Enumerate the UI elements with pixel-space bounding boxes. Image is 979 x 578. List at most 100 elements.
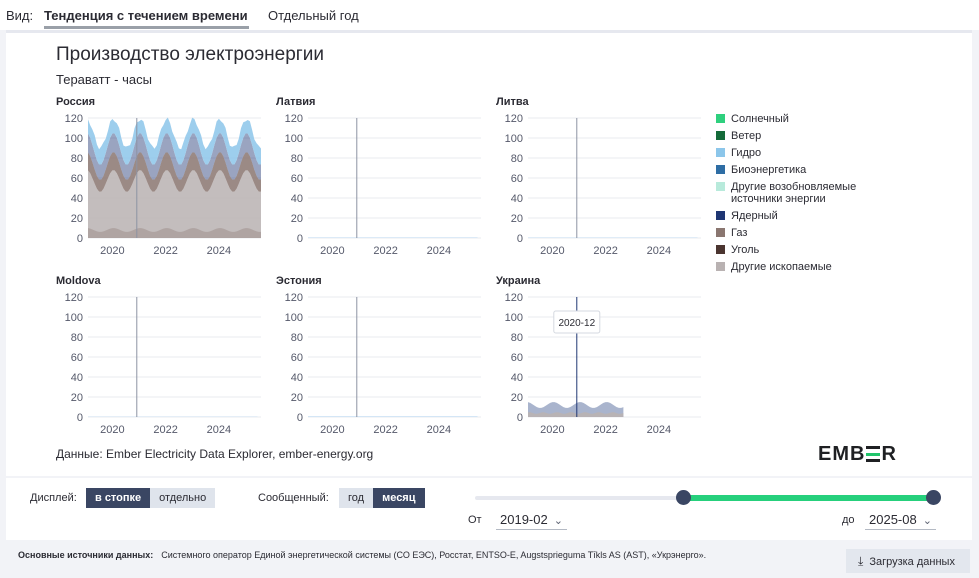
- y-tick-label: 100: [505, 133, 523, 145]
- legend-item[interactable]: Газ: [716, 227, 866, 239]
- range-start-handle[interactable]: [676, 490, 691, 505]
- y-tick-label: 40: [291, 193, 303, 205]
- y-tick-label: 60: [71, 173, 83, 185]
- legend-item[interactable]: Солнечный: [716, 113, 866, 125]
- legend: Солнечный Ветер Гидро Биоэнергетика Другие в…: [716, 113, 866, 278]
- x-tick-label: 2020: [540, 245, 564, 257]
- x-tick-label: 2024: [427, 424, 451, 436]
- download-data-button[interactable]: ⤓ Загрузка данных: [846, 549, 970, 573]
- legend-item[interactable]: Гидро: [716, 147, 866, 159]
- x-tick-label: 2022: [153, 245, 177, 257]
- x-tick-label: 2024: [647, 245, 671, 257]
- from-label: От: [468, 514, 482, 526]
- display-separate-button[interactable]: отдельно: [150, 488, 216, 508]
- y-tick-label: 40: [511, 372, 523, 384]
- ember-logo: EMB R: [818, 443, 897, 466]
- date-range-selected: [683, 495, 933, 501]
- x-tick-label: 2022: [373, 245, 397, 257]
- legend-label: Газ: [731, 227, 748, 239]
- legend-item[interactable]: Ядерный: [716, 210, 866, 222]
- y-tick-label: 80: [511, 332, 523, 344]
- legend-swatch: [716, 228, 725, 237]
- period-year-button[interactable]: год: [339, 488, 374, 508]
- period-month-button[interactable]: месяц: [373, 488, 425, 508]
- legend-swatch: [716, 114, 725, 123]
- legend-item[interactable]: Биоэнергетика: [716, 164, 866, 176]
- y-tick-label: 0: [297, 233, 303, 245]
- legend-swatch: [716, 131, 725, 140]
- x-tick-label: 2022: [153, 424, 177, 436]
- legend-item[interactable]: Уголь: [716, 244, 866, 256]
- data-sources-footer: Основные источники данных: Системного опе…: [18, 550, 706, 560]
- display-toggle: в стопке отдельно: [86, 488, 216, 508]
- y-tick-label: 100: [505, 312, 523, 324]
- y-tick-label: 0: [77, 233, 83, 245]
- y-tick-label: 80: [291, 332, 303, 344]
- y-tick-label: 40: [71, 372, 83, 384]
- data-source-note: Данные: Ember Electricity Data Explorer,…: [56, 447, 374, 461]
- y-tick-label: 80: [71, 332, 83, 344]
- chevron-down-icon: ⌄: [553, 515, 563, 527]
- y-tick-label: 0: [297, 412, 303, 424]
- chart-panel: Эстония 0 20 40 60 80 100 120 2020 2022 2024: [276, 275, 481, 436]
- sources-label: Основные источники данных:: [18, 550, 154, 560]
- legend-label: Ветер: [731, 130, 762, 142]
- to-date-select[interactable]: 2025-08 ⌄: [865, 511, 936, 530]
- display-label: Дисплей:: [30, 492, 77, 504]
- from-date-select[interactable]: 2019-02 ⌄: [496, 511, 567, 530]
- y-tick-label: 20: [291, 392, 303, 404]
- legend-label: Ядерный: [731, 210, 778, 222]
- x-tick-label: 2020: [100, 245, 124, 257]
- x-tick-label: 2020: [320, 245, 344, 257]
- y-tick-label: 120: [285, 113, 303, 125]
- y-tick-label: 120: [505, 113, 523, 125]
- x-tick-label: 2022: [593, 424, 617, 436]
- legend-item[interactable]: Ветер: [716, 130, 866, 142]
- y-tick-label: 80: [71, 153, 83, 165]
- from-date-value: 2019-02: [500, 512, 548, 527]
- y-tick-label: 20: [291, 213, 303, 225]
- x-tick-label: 2020: [100, 424, 124, 436]
- legend-item[interactable]: Другие ископаемые: [716, 261, 866, 273]
- legend-item[interactable]: Другие возобновляемые источники энергии: [716, 181, 866, 205]
- panel-title: Литва: [496, 96, 529, 108]
- download-icon: ⤓: [858, 554, 864, 568]
- y-tick-label: 80: [511, 153, 523, 165]
- chart-panel: Украина 0 20 40 60 80 100 120 2020 2022 2024 2020-1…: [496, 275, 701, 436]
- hover-tooltip: 2020-12: [553, 310, 601, 334]
- legend-swatch: [716, 148, 725, 157]
- y-tick-label: 20: [511, 213, 523, 225]
- display-stacked-button[interactable]: в стопке: [86, 488, 151, 508]
- x-tick-label: 2024: [207, 245, 231, 257]
- y-tick-label: 0: [517, 412, 523, 424]
- sources-text: Системного оператор Единой энергетическо…: [161, 550, 707, 560]
- chart-panel: Латвия 0 20 40 60 80 100 120 2020 2022 2024: [276, 96, 481, 257]
- legend-swatch: [716, 211, 725, 220]
- panel-title: Украина: [496, 275, 541, 287]
- to-label: до: [842, 514, 855, 526]
- legend-label: Другие ископаемые: [731, 261, 832, 273]
- app-root: Вид: Тенденция с течением времени Отдель…: [0, 0, 979, 578]
- x-tick-label: 2020: [320, 424, 344, 436]
- to-date-value: 2025-08: [869, 512, 917, 527]
- y-tick-label: 120: [65, 292, 83, 304]
- y-tick-label: 20: [511, 392, 523, 404]
- legend-label: Солнечный: [731, 113, 789, 125]
- logo-text-right: R: [881, 443, 897, 465]
- x-tick-label: 2022: [373, 424, 397, 436]
- y-tick-label: 60: [291, 352, 303, 364]
- y-tick-label: 80: [291, 153, 303, 165]
- y-tick-label: 120: [285, 292, 303, 304]
- y-tick-label: 20: [71, 213, 83, 225]
- y-tick-label: 40: [71, 193, 83, 205]
- area-series: [308, 416, 478, 417]
- y-tick-label: 60: [291, 173, 303, 185]
- chart-panel: Литва 0 20 40 60 80 100 120 2020 2022 2024: [496, 96, 701, 257]
- y-tick-label: 100: [285, 133, 303, 145]
- reported-label: Сообщенный:: [258, 492, 329, 504]
- x-tick-label: 2024: [207, 424, 231, 436]
- y-tick-label: 60: [511, 352, 523, 364]
- range-end-handle[interactable]: [926, 490, 941, 505]
- legend-swatch: [716, 262, 725, 271]
- y-tick-label: 40: [291, 372, 303, 384]
